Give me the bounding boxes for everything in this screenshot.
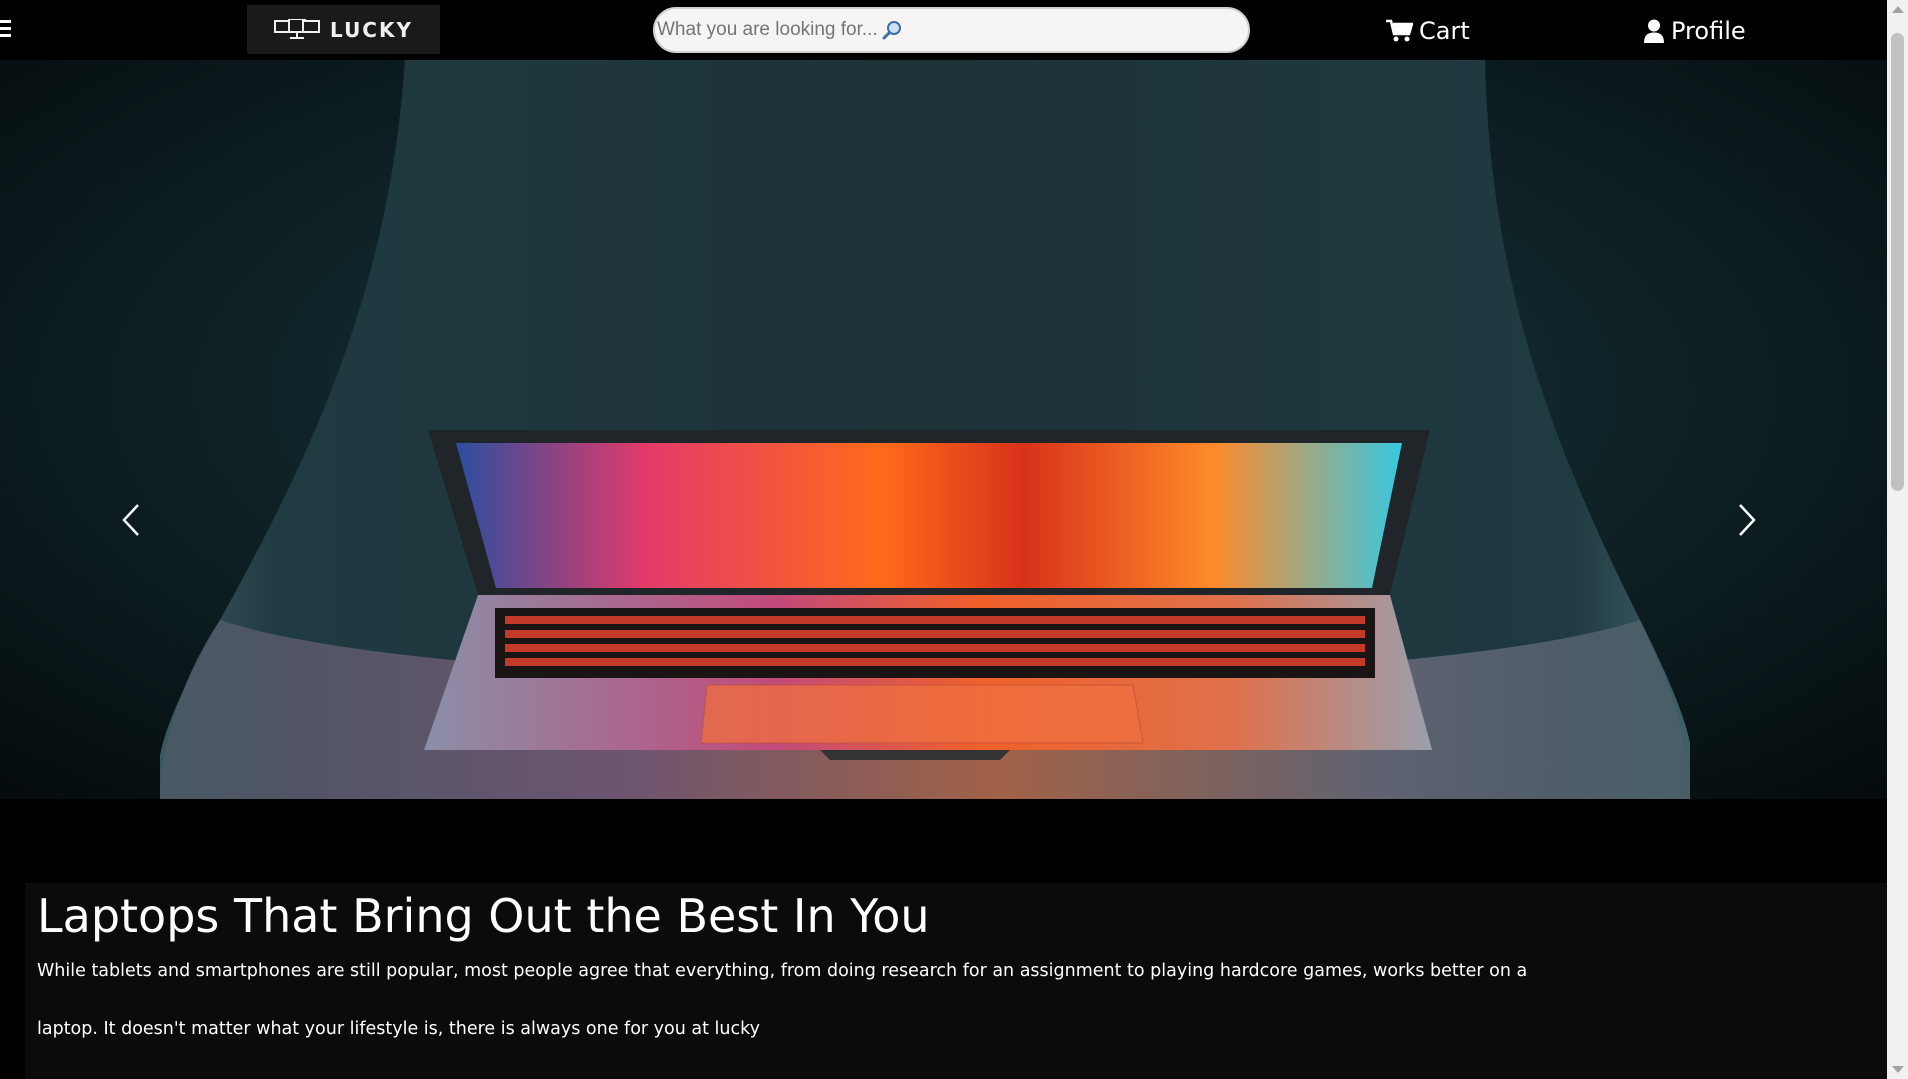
magnifier-icon[interactable]	[881, 19, 903, 41]
intro-section: Laptops That Bring Out the Best In You W…	[25, 883, 1887, 1079]
cart-label: Cart	[1419, 17, 1470, 45]
search-box	[653, 7, 1250, 53]
profile-link[interactable]: Profile	[1643, 14, 1746, 48]
hero-image-laptop	[160, 60, 1690, 799]
profile-label: Profile	[1671, 17, 1746, 45]
scroll-up-arrow-icon[interactable]	[1892, 6, 1904, 13]
top-navbar: LUCKY Cart Profile	[0, 0, 1887, 60]
carousel-prev-chevron-left-icon[interactable]	[118, 500, 148, 540]
section-heading: Laptops That Bring Out the Best In You	[37, 889, 930, 943]
cart-icon	[1386, 19, 1413, 42]
brand-logo[interactable]: LUCKY	[247, 5, 440, 54]
brand-name: LUCKY	[330, 17, 413, 42]
carousel-next-chevron-right-icon[interactable]	[1730, 500, 1760, 540]
monitors-icon	[274, 18, 321, 39]
hamburger-menu-icon[interactable]	[0, 20, 11, 40]
scrollbar-thumb[interactable]	[1891, 33, 1904, 491]
user-icon	[1644, 19, 1664, 43]
hero-carousel	[0, 60, 1887, 799]
section-body: While tablets and smartphones are still …	[37, 961, 1528, 1039]
page-scrollbar[interactable]	[1887, 0, 1908, 1079]
search-input[interactable]	[657, 15, 887, 45]
cart-link[interactable]: Cart	[1386, 14, 1470, 48]
scroll-down-arrow-icon[interactable]	[1892, 1066, 1904, 1073]
